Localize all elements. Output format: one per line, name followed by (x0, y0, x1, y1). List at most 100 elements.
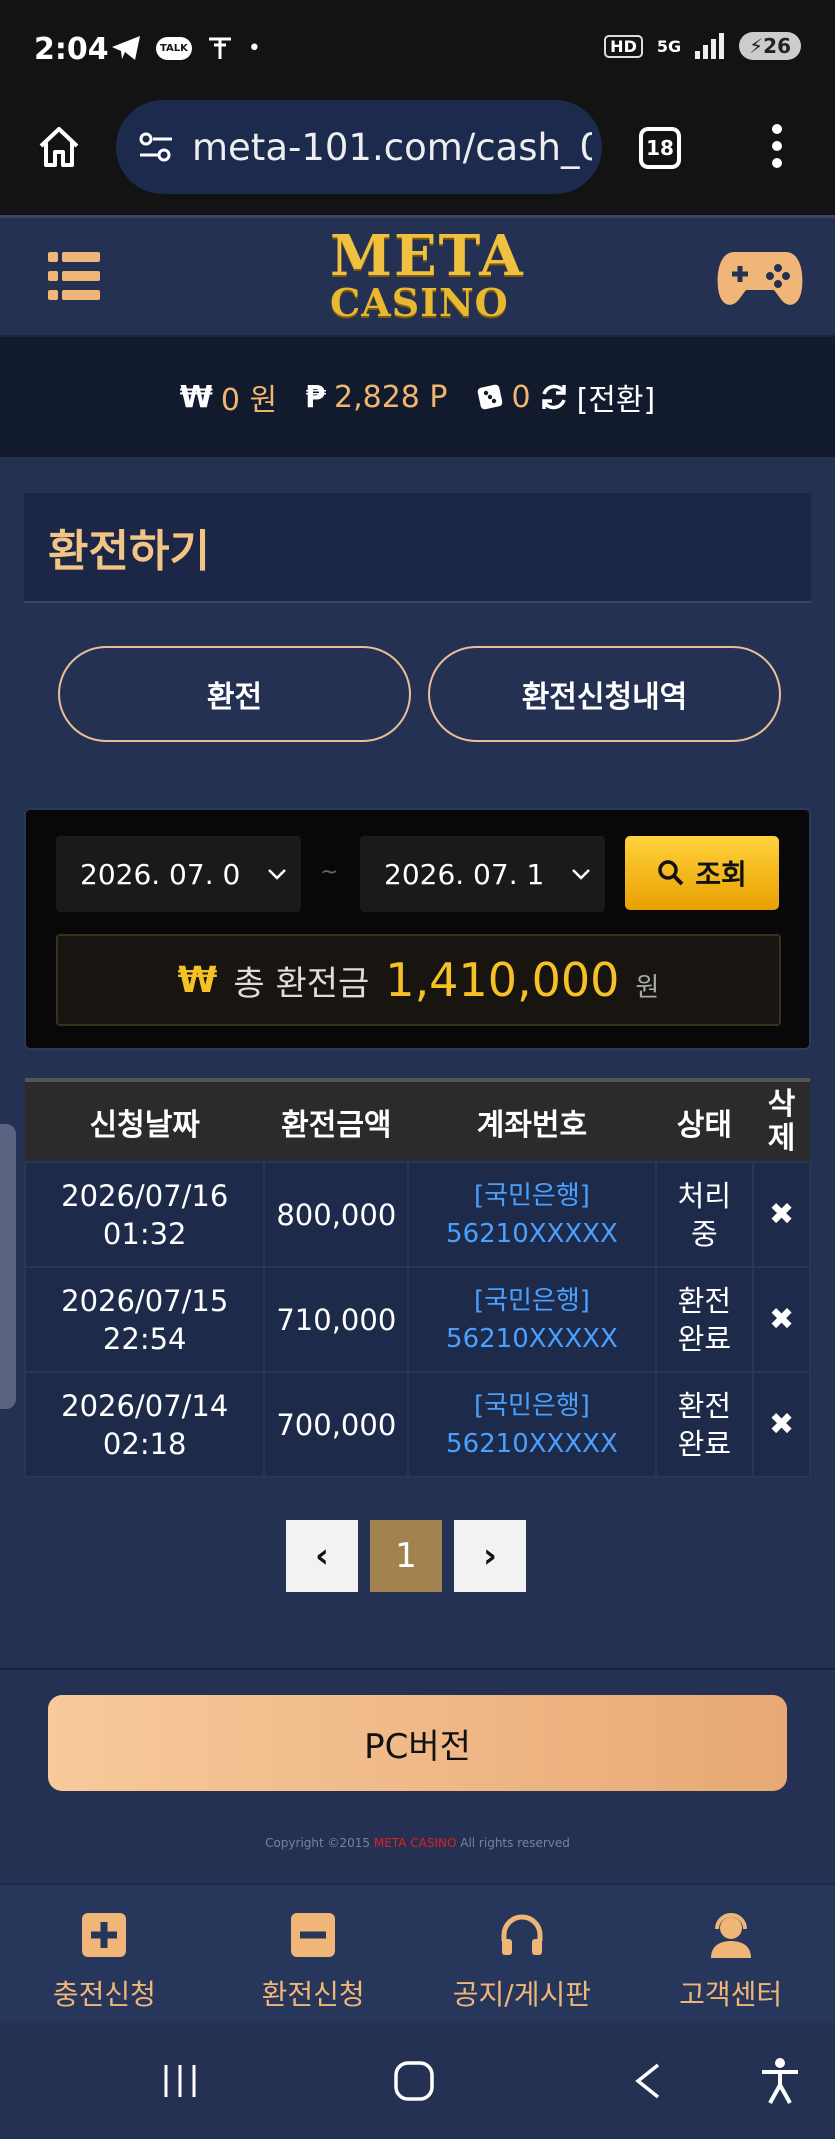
date-text: 2026/07/16 (61, 1178, 229, 1213)
site-settings-icon[interactable] (138, 131, 174, 163)
home-button-icon[interactable] (392, 2059, 436, 2103)
notification-icons: TALK • (110, 34, 261, 62)
won-icon: ₩ (179, 379, 213, 415)
tab-withdraw[interactable]: 환전 (58, 646, 411, 742)
time-text: 02:18 (102, 1426, 187, 1461)
chevron-down-icon (268, 869, 286, 880)
copyright-brand: META CASINO (373, 1836, 457, 1850)
won-icon: ₩ (177, 959, 218, 1001)
point-icon: ₱ (305, 379, 326, 415)
balance-bar: ₩ 0 원 ₱ 2,828 P 0 [전환] (0, 337, 835, 457)
status-line-1: 처리 (677, 1178, 732, 1213)
plus-square-icon (82, 1913, 127, 1957)
page-1-button[interactable]: 1 (370, 1520, 442, 1592)
col-amount: 환전금액 (264, 1078, 409, 1162)
pc-version-button[interactable]: PC버전 (48, 1695, 787, 1791)
hd-icon: HD (604, 34, 643, 58)
battery-icon: ⚡26 (739, 32, 801, 60)
telegram-icon (112, 36, 140, 60)
row-status: 환전 완료 (654, 1371, 755, 1478)
bank-name: [국민은행] (473, 1180, 590, 1211)
search-label: 조회 (695, 858, 747, 891)
row-date: 2026/07/15 22:54 (23, 1266, 266, 1373)
nav-deposit[interactable]: 충전신청 (0, 1885, 209, 2023)
bank-name: [국민은행] (473, 1390, 590, 1421)
logo-bottom-text: CASINO (330, 280, 509, 325)
row-account: [국민은행] 56210XXXXX (407, 1266, 657, 1373)
signal-icon (695, 33, 725, 59)
tab-switcher-button[interactable]: 18 (639, 127, 681, 169)
copyright: Copyright ©2015 META CASINO All rights r… (0, 1836, 835, 1850)
nav-support[interactable]: 고객센터 (626, 1885, 835, 2023)
date-text: 2026/07/15 (61, 1283, 229, 1318)
more-notifications-icon: • (247, 35, 261, 61)
copyright-suffix: All rights reserved (456, 1836, 570, 1850)
delete-button[interactable]: ✖ (752, 1371, 811, 1478)
refresh-icon[interactable] (539, 382, 569, 412)
site-header: META CASINO (0, 215, 835, 337)
withdraw-history-table: 신청날짜 환전금액 계좌번호 상태 삭제 2026/07/16 01:32 800… (23, 1078, 811, 1478)
edge-panel-handle[interactable] (0, 1124, 16, 1409)
site-logo[interactable]: META CASINO (330, 223, 525, 325)
cash-balance: ₩ 0 원 (180, 375, 277, 419)
date-to-value: 2026. 07. 1 (384, 857, 545, 891)
status-line-1: 환전 (677, 1283, 732, 1318)
browser-menu-icon[interactable] (770, 124, 784, 174)
total-label: 총 환전금 (233, 963, 370, 1004)
dice-icon (477, 384, 502, 410)
browser-toolbar: meta-101.com/cash_0 18 (0, 100, 835, 215)
col-delete: 삭제 (753, 1078, 810, 1162)
point-balance: ₱ 2,828 P (305, 380, 447, 415)
col-account: 계좌번호 (408, 1078, 656, 1162)
account-number: 56210XXXXX (446, 1428, 618, 1459)
accessibility-icon[interactable] (758, 2057, 802, 2105)
table-header-row: 신청날짜 환전금액 계좌번호 상태 삭제 (25, 1078, 810, 1162)
convert-button[interactable]: [전환] (577, 375, 656, 419)
date-from-select[interactable]: 2026. 07. 0 (56, 836, 301, 912)
recent-apps-icon[interactable] (160, 2061, 200, 2101)
date-text: 2026/07/14 (61, 1388, 229, 1423)
col-delete-label: 삭제 (767, 1086, 796, 1156)
talk-icon: TALK (156, 36, 192, 60)
row-date: 2026/07/14 02:18 (23, 1371, 266, 1478)
next-page-button[interactable]: › (454, 1520, 526, 1592)
date-to-select[interactable]: 2026. 07. 1 (360, 836, 605, 912)
bank-name: [국민은행] (473, 1285, 590, 1316)
nav-notice[interactable]: 공지/게시판 (418, 1885, 627, 2023)
delete-button[interactable]: ✖ (752, 1266, 811, 1373)
nav-withdraw[interactable]: 환전신청 (209, 1885, 418, 2023)
search-icon (658, 860, 684, 886)
account-number: 56210XXXXX (446, 1323, 618, 1354)
nav-deposit-label: 충전신청 (52, 1978, 156, 2011)
prev-page-button[interactable]: ‹ (286, 1520, 358, 1592)
url-text[interactable]: meta-101.com/cash_0 (192, 126, 592, 169)
battery-level: 26 (763, 34, 791, 58)
status-line-1: 환전 (677, 1388, 732, 1423)
row-status: 처리 중 (654, 1161, 755, 1268)
delete-button[interactable]: ✖ (752, 1161, 811, 1268)
tab-withdraw-history[interactable]: 환전신청내역 (428, 646, 781, 742)
date-range-separator: ~ (320, 860, 339, 885)
table-row: 2026/07/14 02:18 700,000 [국민은행] 56210XXXXX… (23, 1371, 811, 1478)
row-account: [국민은행] 56210XXXXX (407, 1371, 657, 1478)
t-app-icon (208, 37, 231, 59)
chip-balance: 0 [전환] (476, 375, 656, 419)
status-line-2: 완료 (677, 1321, 732, 1356)
row-amount: 710,000 (263, 1266, 410, 1373)
menu-icon[interactable] (48, 250, 100, 302)
nav-support-label: 고객센터 (679, 1978, 783, 2011)
search-button[interactable]: 조회 (625, 836, 779, 910)
time-text: 22:54 (102, 1321, 187, 1356)
total-withdraw-summary: ₩ 총 환전금 1,410,000 원 (56, 934, 781, 1026)
table-row: 2026/07/15 22:54 710,000 [국민은행] 56210XXXXX… (23, 1266, 811, 1373)
address-bar[interactable]: meta-101.com/cash_0 (116, 100, 602, 194)
system-nav-bar (0, 2023, 835, 2139)
home-icon[interactable] (36, 124, 82, 170)
network-icon: 5G (656, 36, 682, 56)
gamepad-icon[interactable] (716, 248, 804, 310)
row-date: 2026/07/16 01:32 (23, 1161, 266, 1268)
account-number: 56210XXXXX (446, 1218, 618, 1249)
back-icon[interactable] (630, 2061, 666, 2101)
logo-top-text: META (330, 223, 525, 289)
cash-value: 0 원 (220, 383, 278, 418)
